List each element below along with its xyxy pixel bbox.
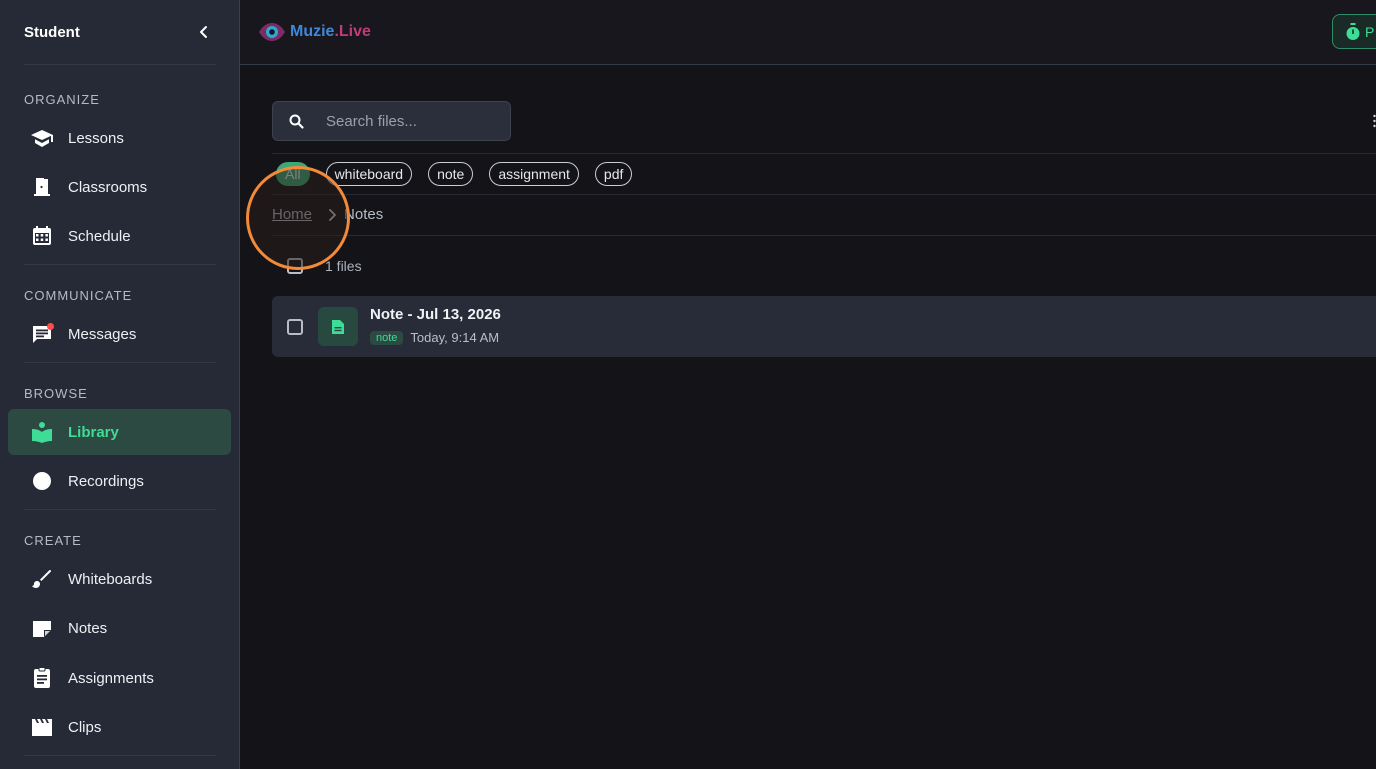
chat-icon: [30, 322, 54, 346]
calendar-icon: [30, 224, 54, 248]
file-row[interactable]: Note - Jul 13, 2026 note Today, 9:14 AM: [272, 296, 1376, 357]
filter-chips: All whiteboard note assignment pdf: [276, 162, 648, 186]
sidebar-item-label: Lessons: [68, 129, 124, 147]
logo-text: Muzie.Live: [290, 23, 371, 41]
sidebar-item-label: Schedule: [68, 227, 131, 245]
sidebar-item-label: Classrooms: [68, 178, 148, 196]
book-reader-icon: [30, 420, 54, 444]
file-name: Note - Jul 13, 2026: [370, 306, 501, 323]
filter-chip-note[interactable]: note: [428, 162, 474, 186]
sidebar-item-label: Notes: [68, 619, 108, 637]
divider: [272, 153, 1376, 154]
app-logo[interactable]: Muzie.Live: [258, 19, 371, 45]
section-label-browse: BROWSE: [24, 386, 88, 401]
door-icon: [30, 175, 54, 199]
files-header: 1 files: [287, 258, 362, 274]
sidebar-item-label: Assignments: [68, 669, 154, 687]
divider: [24, 264, 216, 265]
sidebar-item-notes[interactable]: Notes: [8, 605, 231, 651]
stopwatch-icon: [1346, 22, 1360, 40]
filter-chip-all[interactable]: All: [276, 162, 310, 186]
sidebar: Student ORGANIZE Lessons Classrooms Sche…: [0, 0, 240, 769]
search-input[interactable]: [326, 112, 496, 130]
sidebar-item-label: Library: [68, 423, 119, 441]
search-icon: [289, 114, 304, 129]
top-bar: Muzie.Live P: [240, 0, 1376, 65]
divider: [24, 362, 216, 363]
sidebar-title: Student: [24, 23, 80, 41]
file-type-badge: note: [370, 330, 404, 345]
divider: [24, 509, 216, 510]
select-all-checkbox[interactable]: [287, 258, 303, 274]
filter-chip-assignment[interactable]: assignment: [489, 162, 579, 186]
timer-button-label: P: [1365, 23, 1375, 40]
sidebar-item-label: Messages: [68, 325, 137, 343]
document-icon: [318, 307, 358, 346]
breadcrumb: Home Notes: [272, 206, 383, 223]
divider: [272, 235, 1376, 236]
sidebar-item-classrooms[interactable]: Classrooms: [8, 164, 231, 210]
file-meta: note Today, 9:14 AM: [370, 330, 499, 345]
sidebar-item-label: Clips: [68, 718, 102, 736]
sidebar-item-label: Recordings: [68, 472, 144, 490]
chevron-left-icon: [200, 26, 207, 38]
sidebar-header: Student: [0, 0, 240, 64]
divider: [24, 755, 216, 756]
divider: [272, 194, 1376, 195]
collapse-sidebar-button[interactable]: [192, 20, 216, 44]
clipboard-icon: [30, 666, 54, 690]
section-label-communicate: COMMUNICATE: [24, 288, 133, 303]
sidebar-item-messages[interactable]: Messages: [8, 311, 231, 357]
graduation-cap-icon: [30, 126, 54, 150]
sidebar-item-label: Whiteboards: [68, 570, 153, 588]
brush-icon: [30, 567, 54, 591]
sidebar-item-lessons[interactable]: Lessons: [8, 115, 231, 161]
breadcrumb-home-link[interactable]: Home: [272, 206, 312, 223]
more-options-icon[interactable]: [1371, 114, 1376, 128]
section-label-create: CREATE: [24, 533, 82, 548]
note-icon: [30, 616, 54, 640]
sidebar-item-whiteboards[interactable]: Whiteboards: [8, 556, 231, 602]
logo-text-part2: .Live: [334, 23, 371, 40]
sidebar-item-clips[interactable]: Clips: [8, 704, 231, 750]
logo-text-part1: Muzie: [290, 23, 335, 40]
sidebar-item-library[interactable]: Library: [8, 409, 231, 455]
divider: [24, 64, 216, 65]
section-label-organize: ORGANIZE: [24, 92, 100, 107]
filter-chip-pdf[interactable]: pdf: [594, 162, 633, 186]
files-count: 1 files: [325, 258, 362, 274]
breadcrumb-current: Notes: [344, 206, 384, 223]
filter-chip-whiteboard[interactable]: whiteboard: [325, 162, 413, 186]
timer-button[interactable]: P: [1332, 14, 1376, 49]
sidebar-item-assignments[interactable]: Assignments: [8, 655, 231, 701]
search-box[interactable]: [272, 101, 511, 141]
file-checkbox[interactable]: [287, 319, 303, 335]
sidebar-item-recordings[interactable]: Recordings: [8, 458, 231, 504]
notification-dot: [47, 323, 54, 330]
clapperboard-icon: [30, 715, 54, 739]
file-date: Today, 9:14 AM: [410, 330, 500, 345]
sidebar-item-schedule[interactable]: Schedule: [8, 213, 231, 259]
eye-logo-icon: [259, 23, 285, 41]
record-icon: [30, 469, 54, 493]
chevron-right-icon: [328, 208, 336, 221]
